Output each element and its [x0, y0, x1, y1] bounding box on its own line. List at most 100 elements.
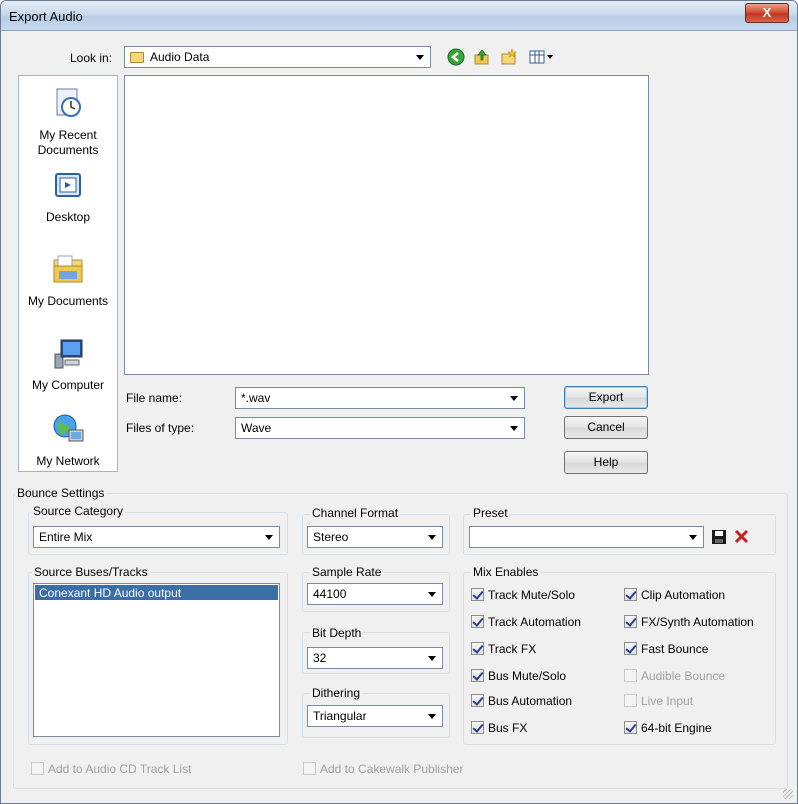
live-input-checkbox: Live Input — [624, 694, 693, 708]
recent-documents-icon — [56, 88, 81, 117]
chevron-down-icon[interactable] — [689, 535, 697, 540]
place-recent-documents[interactable]: My Recent Documents — [19, 86, 117, 158]
64-bit-engine-checkbox[interactable]: 64-bit Engine — [624, 721, 712, 735]
sample-rate-label: Sample Rate — [310, 565, 384, 579]
fx-synth-automation-checkbox[interactable]: FX/Synth Automation — [624, 615, 754, 629]
bounce-settings-label: Bounce Settings — [15, 486, 107, 500]
checkbox-box[interactable] — [624, 721, 637, 734]
bus-mute-solo-checkbox[interactable]: Bus Mute/Solo — [471, 669, 566, 683]
close-button[interactable]: X — [745, 3, 789, 23]
preset-combo[interactable] — [469, 526, 704, 548]
up-folder-icon[interactable] — [473, 48, 491, 66]
files-of-type-combo[interactable]: Wave — [235, 417, 525, 439]
chevron-down-icon[interactable] — [428, 535, 436, 540]
sample-rate-value: 44100 — [313, 587, 347, 601]
source-category-value: Entire Mix — [39, 530, 93, 544]
dithering-value: Triangular — [313, 709, 367, 723]
checkbox-label: Clip Automation — [641, 588, 726, 602]
title-bar[interactable]: Export Audio X — [1, 1, 797, 31]
checkbox-box — [31, 762, 44, 775]
bit-depth-combo[interactable]: 32 — [307, 647, 443, 669]
checkbox-box[interactable] — [624, 588, 637, 601]
bit-depth-label: Bit Depth — [310, 626, 364, 640]
checkbox-label: Track Automation — [488, 615, 581, 629]
place-recent-label: My Recent Documents — [37, 128, 99, 157]
clip-automation-checkbox[interactable]: Clip Automation — [624, 588, 725, 602]
add-to-publisher-checkbox: Add to Cakewalk Publisher — [303, 762, 463, 776]
save-icon[interactable] — [711, 529, 727, 545]
place-desktop-label: Desktop — [45, 210, 91, 224]
checkbox-box[interactable] — [471, 721, 484, 734]
help-button[interactable]: Help — [564, 451, 648, 474]
place-my-documents[interactable]: My Documents — [19, 252, 117, 309]
checkbox-label: Track FX — [488, 642, 537, 656]
sample-rate-combo[interactable]: 44100 — [307, 583, 443, 605]
my-network-icon — [53, 414, 84, 442]
source-tracks-label: Source Buses/Tracks — [32, 565, 150, 579]
checkbox-box[interactable] — [624, 615, 637, 628]
files-of-type-value: Wave — [241, 421, 272, 435]
files-of-type-label: Files of type: — [126, 421, 195, 435]
checkbox-box — [303, 762, 316, 775]
delete-icon[interactable] — [734, 529, 749, 544]
new-folder-icon[interactable] — [500, 48, 518, 66]
checkbox-label: 64-bit Engine — [641, 721, 712, 735]
track-mute-solo-checkbox[interactable]: Track Mute/Solo — [471, 588, 575, 602]
place-my-network[interactable]: My Network — [19, 412, 117, 469]
chevron-down-icon[interactable] — [510, 396, 518, 401]
my-documents-icon — [53, 255, 83, 283]
place-my-documents-label: My Documents — [27, 294, 109, 308]
checkbox-box — [624, 694, 637, 707]
bit-depth-value: 32 — [313, 651, 327, 665]
places-bar: My Recent Documents Desktop My Documents… — [18, 75, 118, 472]
view-menu-icon[interactable] — [529, 48, 555, 66]
chevron-down-icon[interactable] — [416, 55, 424, 60]
cancel-button[interactable]: Cancel — [564, 416, 648, 439]
checkbox-box[interactable] — [471, 642, 484, 655]
checkbox-label: Bus FX — [488, 721, 528, 735]
track-automation-checkbox[interactable]: Track Automation — [471, 615, 581, 629]
file-name-combo[interactable]: *.wav — [235, 387, 525, 409]
checkbox-box[interactable] — [471, 615, 484, 628]
checkbox-label: FX/Synth Automation — [641, 615, 754, 629]
chevron-down-icon[interactable] — [428, 714, 436, 719]
file-name-label: File name: — [126, 391, 183, 405]
channel-format-combo[interactable]: Stereo — [307, 526, 443, 548]
place-my-computer-label: My Computer — [31, 378, 105, 392]
checkbox-box[interactable] — [471, 694, 484, 707]
fast-bounce-checkbox[interactable]: Fast Bounce — [624, 642, 708, 656]
chevron-down-icon[interactable] — [510, 426, 518, 431]
export-audio-dialog: Export Audio X Look in: Audio Data My Re… — [0, 0, 798, 804]
file-name-value: *.wav — [241, 391, 271, 405]
chevron-down-icon[interactable] — [428, 656, 436, 661]
channel-format-label: Channel Format — [310, 506, 401, 520]
window-title: Export Audio — [9, 9, 83, 24]
export-button[interactable]: Export — [564, 386, 648, 409]
look-in-combo[interactable]: Audio Data — [124, 46, 431, 68]
back-icon[interactable] — [447, 48, 465, 66]
checkbox-box[interactable] — [471, 669, 484, 682]
bus-fx-checkbox[interactable]: Bus FX — [471, 721, 527, 735]
source-tracks-list[interactable]: Conexant HD Audio output — [33, 583, 280, 737]
checkbox-label: Track Mute/Solo — [488, 588, 575, 602]
dithering-label: Dithering — [310, 686, 363, 700]
chevron-down-icon[interactable] — [428, 592, 436, 597]
dithering-combo[interactable]: Triangular — [307, 705, 443, 727]
checkbox-box[interactable] — [624, 642, 637, 655]
track-fx-checkbox[interactable]: Track FX — [471, 642, 536, 656]
place-my-computer[interactable]: My Computer — [19, 336, 117, 393]
chevron-down-icon[interactable] — [265, 535, 273, 540]
place-desktop[interactable]: Desktop — [19, 168, 117, 225]
checkbox-label: Fast Bounce — [641, 642, 709, 656]
source-category-combo[interactable]: Entire Mix — [33, 526, 280, 548]
channel-format-value: Stereo — [313, 530, 349, 544]
preset-label: Preset — [471, 506, 510, 520]
bus-automation-checkbox[interactable]: Bus Automation — [471, 694, 572, 708]
audible-bounce-checkbox: Audible Bounce — [624, 669, 725, 683]
resize-grip-icon[interactable] — [783, 789, 793, 799]
checkbox-box[interactable] — [471, 588, 484, 601]
checkbox-label: Add to Cakewalk Publisher — [320, 762, 464, 776]
file-list[interactable] — [124, 75, 649, 375]
mix-enables-label: Mix Enables — [471, 565, 541, 579]
list-item[interactable]: Conexant HD Audio output — [35, 585, 278, 600]
